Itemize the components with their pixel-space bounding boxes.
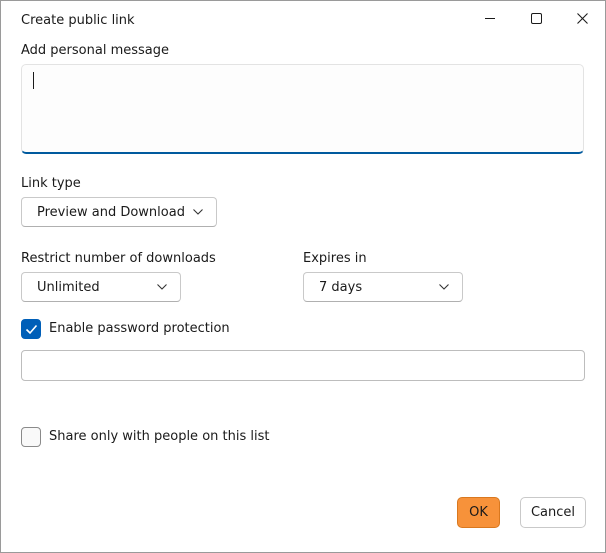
expires-label: Expires in xyxy=(303,251,367,266)
minimize-button[interactable] xyxy=(469,5,511,31)
dialog-window: Create public link Add personal message … xyxy=(0,0,606,553)
password-protection-label[interactable]: Enable password protection xyxy=(49,321,230,336)
close-icon xyxy=(576,12,588,24)
maximize-button[interactable] xyxy=(515,5,557,31)
share-list-checkbox[interactable] xyxy=(21,427,41,447)
title-bar: Create public link xyxy=(1,1,605,37)
ok-button[interactable]: OK xyxy=(457,497,500,528)
password-protection-checkbox[interactable] xyxy=(21,319,41,339)
maximize-icon xyxy=(530,12,542,24)
link-type-label: Link type xyxy=(21,176,81,191)
chevron-down-icon xyxy=(193,209,203,215)
chevron-down-icon xyxy=(157,284,167,290)
downloads-value: Unlimited xyxy=(37,280,100,295)
expires-value: 7 days xyxy=(319,280,363,295)
personal-message-textarea[interactable] xyxy=(21,64,584,154)
chevron-down-icon xyxy=(439,284,449,290)
expires-dropdown[interactable]: 7 days xyxy=(303,272,463,302)
message-label: Add personal message xyxy=(21,43,169,58)
downloads-dropdown[interactable]: Unlimited xyxy=(21,272,181,302)
password-input[interactable] xyxy=(21,350,585,381)
minimize-icon xyxy=(484,17,495,19)
cancel-button[interactable]: Cancel xyxy=(520,497,586,528)
close-button[interactable] xyxy=(561,5,603,31)
share-list-label[interactable]: Share only with people on this list xyxy=(49,429,269,444)
checkmark-icon xyxy=(25,324,38,335)
text-caret xyxy=(33,72,34,89)
downloads-label: Restrict number of downloads xyxy=(21,251,216,266)
link-type-value: Preview and Download xyxy=(37,205,185,220)
window-title: Create public link xyxy=(21,13,135,28)
link-type-dropdown[interactable]: Preview and Download xyxy=(21,197,217,227)
